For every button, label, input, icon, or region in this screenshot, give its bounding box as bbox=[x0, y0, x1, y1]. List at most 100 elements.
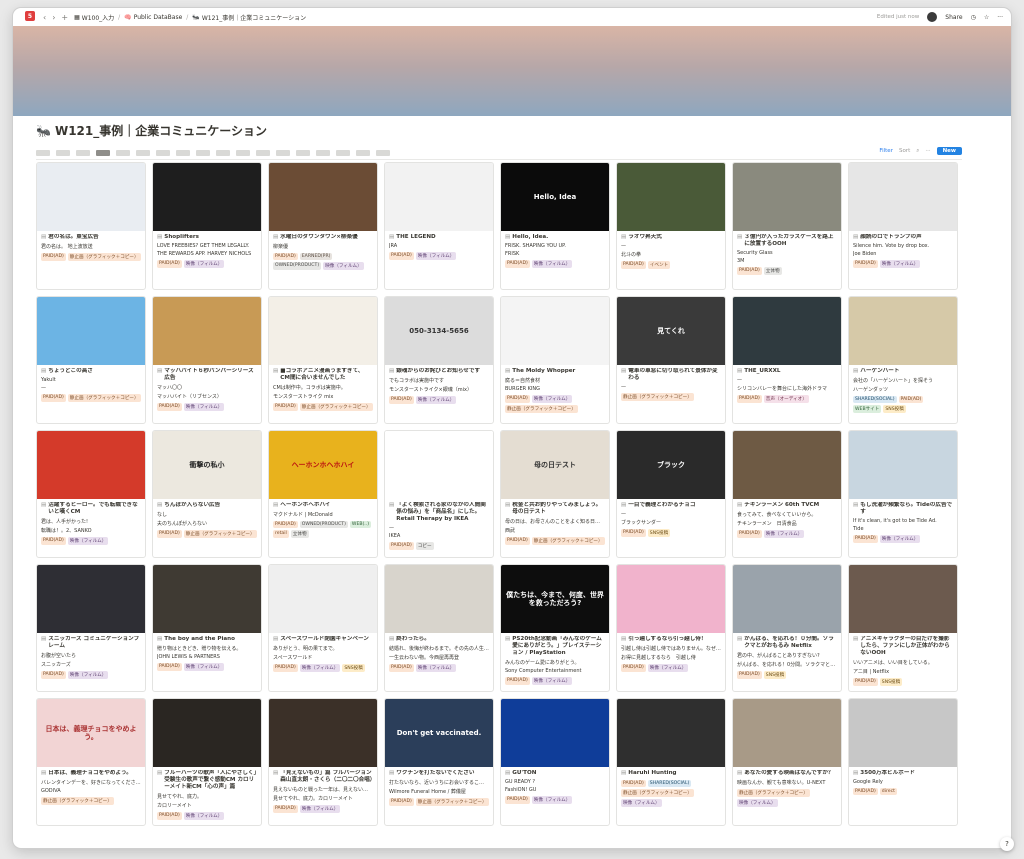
tag: PAID(AD) bbox=[389, 663, 414, 672]
gallery-card[interactable]: ▤ アニメキャラクターの目だけを撮影したら、ファンにしか正体がわからないOOH いい… bbox=[848, 564, 958, 692]
card-title-text: 水曜日のダウンタウン×柳楽優 bbox=[280, 234, 358, 240]
star-icon[interactable]: ☆ bbox=[984, 14, 989, 21]
view-tab[interactable] bbox=[156, 149, 170, 156]
view-tab[interactable] bbox=[176, 149, 190, 156]
forward-icon[interactable]: › bbox=[52, 13, 55, 22]
card-property: 結婚れ、後悔が終わるまで。その先の人生も。 bbox=[389, 645, 489, 652]
gallery-card[interactable]: ブラック ▤ 一目で義理とわかるチョコ — ブラックサンダー PAID(AD) SNS投稿 bbox=[616, 430, 726, 558]
tag: PAID(AD) bbox=[273, 804, 298, 813]
card-property: 食ってみて、食べなくていいから。 bbox=[737, 511, 817, 518]
clock-icon[interactable]: ◷ bbox=[971, 14, 976, 21]
gallery-card[interactable]: ▤ スペースワールド閉園キャンペーン ありがとう、明の果てまで。 スペースワールド PA… bbox=[268, 564, 378, 692]
gallery-card[interactable]: ▤ 「見えないもの」篇 フルバージョン 森山直太朗・さくら（二〇二〇合唱） 見えない… bbox=[268, 698, 378, 826]
view-tab[interactable] bbox=[236, 149, 250, 156]
view-tab[interactable] bbox=[76, 149, 90, 156]
filter-button[interactable]: Filter bbox=[879, 148, 893, 154]
gallery-card[interactable]: ▤ もし洗濯が頻繁なら。Tideの広告です If it's clean, it's … bbox=[848, 430, 958, 558]
gallery-card[interactable]: ▤ THE_URXXL — シリコンバレーを舞台にした海外ドラマ PAID(AD) 音声（… bbox=[732, 296, 842, 424]
view-tab[interactable] bbox=[296, 149, 310, 156]
gallery-card[interactable]: ▤ ブルーハーツの歌声「人にやさしく」受験生の歌声で繋ぐ感動CM カロリーメイト新… bbox=[152, 698, 262, 826]
view-tab[interactable] bbox=[196, 149, 210, 156]
view-tab[interactable] bbox=[216, 149, 230, 156]
gallery-card[interactable]: 衝撃の私小 ▤ ちんぽが入らない広告 なし 夫のちんぽが入らない PAID(AD) 静止画（… bbox=[152, 430, 262, 558]
breadcrumb-item[interactable]: 🐜 W121_事例｜企業コミュニケーション bbox=[192, 13, 306, 22]
view-tab[interactable] bbox=[276, 149, 290, 156]
gallery-card[interactable]: 僕たちは、今まで、何度、世界を救っただろう? ▤ PS20th記念動画「みんなのゲー… bbox=[500, 564, 610, 692]
breadcrumb-item[interactable]: 🧠 Public DataBase bbox=[124, 14, 182, 21]
tag: PAID(AD) bbox=[157, 402, 182, 411]
add-icon[interactable]: + bbox=[61, 13, 68, 22]
tag: PAID(AD) bbox=[737, 394, 762, 403]
gallery-card[interactable]: Hello, Idea ▤ Hello, Idea. FRISK. SHAPING Y… bbox=[500, 162, 610, 290]
breadcrumb-item[interactable]: ▦ W100_入力 bbox=[74, 13, 114, 22]
card-thumbnail: ヘーホンホヘホハイ bbox=[269, 431, 377, 499]
page-title[interactable]: 🐜 W121_事例｜企業コミュニケーション bbox=[36, 122, 267, 139]
gallery-card[interactable]: ▤ 活躍するヒーロー。でも転職できないと嘆くCM 君は、人手がかった! 転職は！。2、… bbox=[36, 430, 146, 558]
gallery-card[interactable]: ▤ The boy and the Piano 贈り物はときどき、贈り物を伝える。 J… bbox=[152, 564, 262, 692]
gallery-card[interactable]: ▤ 「よく検索される家のなかの人間関係の悩み」を「商品名」にした。Retail T… bbox=[384, 430, 494, 558]
gallery-card[interactable]: 母の日テスト ▤ 税金と共お釣りやってみましょう。母の日テスト 母の日は、お母さんのこ… bbox=[500, 430, 610, 558]
gallery-card[interactable]: ▤ 3500万本ビルボード Google Rely PAID(AD) direct bbox=[848, 698, 958, 826]
view-tab[interactable] bbox=[336, 149, 350, 156]
page-icon: ▤ bbox=[273, 636, 279, 642]
gallery-card[interactable]: ▤ 終わったら。 結婚れ、後悔が終わるまで。その先の人生も。 一生云わない物。今西屋再… bbox=[384, 564, 494, 692]
tag: PAID(AD) bbox=[853, 259, 878, 268]
back-icon[interactable]: ‹ bbox=[43, 13, 46, 22]
card-title: ▤ マッハバイト６秒バンパーシリーズ広告 bbox=[157, 368, 257, 382]
gallery-card[interactable]: ▤ ちょうどこの高さ Yakult — PAID(AD) 静止画（グラフィック＋コピー） bbox=[36, 296, 146, 424]
view-tab[interactable] bbox=[256, 149, 270, 156]
avatar[interactable] bbox=[927, 12, 938, 22]
card-body: ▤ PS20th記念動画「みんなのゲーム愛にありがとう。」プレイステーション / … bbox=[501, 633, 609, 688]
gallery-card[interactable]: ▤ チキンラーメン 60th TVCM 食ってみて、食べなくていいから。 チキンラーメ… bbox=[732, 430, 842, 558]
gallery-card[interactable]: ▤ ３億円が入ったガラスケースを路上に放置するOOH Security Glass 3… bbox=[732, 162, 842, 290]
view-tab[interactable] bbox=[36, 149, 50, 156]
gallery-card[interactable]: ▤ Haruhi Hunting PAID(AD) SHARED(SOCIAL) 静止画… bbox=[616, 698, 726, 826]
gallery-card[interactable]: ▤ ハーゲンハート 会社の「ハーゲンハート」を探そう ハーゲンダッツ SHARED(SO… bbox=[848, 296, 958, 424]
tag: 映像（フィルム） bbox=[531, 795, 573, 804]
gallery-card[interactable]: ヘーホンホヘホハイ ▤ ヘーホンホヘホハイ マクドナルド | McDonald PAID… bbox=[268, 430, 378, 558]
search-icon[interactable]: ⌕ bbox=[916, 148, 919, 155]
card-tags: PAID(AD) コピー bbox=[389, 541, 489, 550]
share-button[interactable]: Share bbox=[945, 14, 962, 21]
gallery-card[interactable]: ▤ The Moldy Whopper 腐る＝自然食材 BURGER KING PAID… bbox=[500, 296, 610, 424]
view-tab[interactable] bbox=[376, 149, 390, 156]
gallery-card[interactable]: 050-3134-5656 ▤ 銀魂からのお詫びとお知らせです でもコラボは実施中です… bbox=[384, 296, 494, 424]
gallery-card[interactable]: ▤ ■コラボアニメ漫画うますぎて、CM間に合いませんでした CMは制作中。コラボは実… bbox=[268, 296, 378, 424]
gallery-card[interactable]: ▤ がんばる、を応れる！０分間。ソラクマとがおもるみ Netflix 君の中、がんば… bbox=[732, 564, 842, 692]
view-tab[interactable] bbox=[116, 149, 130, 156]
gallery-card[interactable]: ▤ 水曜日のダウンタウン×柳楽優 柳楽優 PAID(AD) EARNED(PR) OWNE… bbox=[268, 162, 378, 290]
card-property: シリコンバレーを舞台にした海外ドラマ bbox=[737, 385, 828, 392]
more-icon[interactable]: ··· bbox=[997, 14, 1003, 21]
view-tab[interactable] bbox=[316, 149, 330, 156]
gallery-card[interactable]: ▤ あなたの愛する映画はなんですか？ 映画なんか、観ても意味ない。U-NEXT 静止画… bbox=[732, 698, 842, 826]
notification-badge[interactable]: 5 bbox=[25, 11, 35, 21]
card-body: ▤ 終わったら。 結婚れ、後悔が終わるまで。その先の人生も。 一生云わない物。今西屋再… bbox=[385, 633, 493, 675]
card-title: ▤ 銀魂からのお詫びとお知らせです bbox=[389, 368, 489, 375]
tag: 静止画（グラフィック＋コピー） bbox=[67, 252, 141, 261]
gallery-card[interactable]: ▤ Shoplifters LOVE FREEBIES? GET THEM LEGA… bbox=[152, 162, 262, 290]
view-tab-active[interactable] bbox=[96, 149, 110, 156]
card-title-text: 電車の車窓に切り取られて景体が変わる bbox=[628, 368, 718, 381]
view-tab[interactable] bbox=[356, 149, 370, 156]
tag: PAID(AD) bbox=[273, 252, 298, 260]
gallery-card[interactable]: ▤ ラオウ昇天式 — 北斗の拳 PAID(AD) イベント bbox=[616, 162, 726, 290]
gallery-card[interactable]: Don't get vaccinated. ▤ ワクチンを打たないでください 打たない… bbox=[384, 698, 494, 826]
card-thumbnail bbox=[501, 297, 609, 365]
gallery-card[interactable]: 見てくれ ▤ 電車の車窓に切り取られて景体が変わる — 静止画（グラフィック＋コピー） bbox=[616, 296, 726, 424]
card-thumbnail: 日本は、義理チョコをやめよう。 bbox=[37, 699, 145, 767]
gallery-card[interactable]: ▤ 君の名は。東宝広告 君の名は。 地上波放送 PAID(AD) 静止画（グラフィック＋… bbox=[36, 162, 146, 290]
gallery-card[interactable]: ▤ 顔読のロでトランプの声 Silence him. Vote by drop bo… bbox=[848, 162, 958, 290]
gallery-card[interactable]: ▤ スニッカーズ コミュニケーションフレーム お腹が空いたら スニッカーズ PAID(A… bbox=[36, 564, 146, 692]
gallery-card[interactable]: ▤ マッハバイト６秒バンパーシリーズ広告 マッハ〇〇 マッハバイト（リブセンス） PAI… bbox=[152, 296, 262, 424]
more-icon[interactable]: ··· bbox=[925, 148, 930, 154]
gallery-card[interactable]: ▤ GU'TON GU READY ? FashiON! GU PAID(AD) 映像（フ… bbox=[500, 698, 610, 826]
view-tab[interactable] bbox=[136, 149, 150, 156]
card-body: ▤ ちょうどこの高さ Yakult — PAID(AD) 静止画（グラフィック＋コピー） bbox=[37, 365, 145, 405]
help-button[interactable]: ? bbox=[1000, 837, 1014, 851]
gallery-card[interactable]: ▤ THE LEGEND JRA PAID(AD) 映像（フィルム） bbox=[384, 162, 494, 290]
sort-button[interactable]: Sort bbox=[899, 148, 910, 154]
gallery-card[interactable]: ▤ 引っ越しするなら引っ越し侍！ 引越し侍は引越し侍ではありません。なぜなら… お得に… bbox=[616, 564, 726, 692]
view-tab[interactable] bbox=[56, 149, 70, 156]
new-button[interactable]: New bbox=[936, 147, 962, 155]
gallery-card[interactable]: 日本は、義理チョコをやめよう。 ▤ 日本は、義理チョコをやめよう。 バレンタインデーを… bbox=[36, 698, 146, 826]
